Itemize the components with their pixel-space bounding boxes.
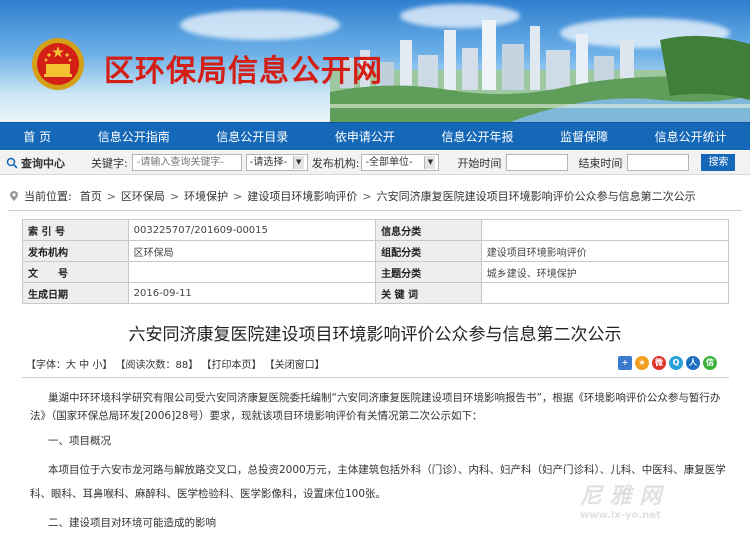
chevron-down-icon: ▼ xyxy=(424,156,436,169)
nav-item-annual-report[interactable]: 信息公开年报 xyxy=(418,123,537,150)
star-icon[interactable]: ★ xyxy=(635,356,649,370)
info-key: 关 键 词 xyxy=(375,282,482,304)
breadcrumb-link-env[interactable]: 环境保护 xyxy=(184,188,228,204)
org-select-value: -全部单位- xyxy=(365,157,413,168)
watermark-url: www.lx-yo.net xyxy=(580,510,661,521)
watermark-logo: 尼 雅 网 www.lx-yo.net xyxy=(580,478,740,534)
info-key: 索 引 号 xyxy=(22,219,129,241)
info-value: 003225707/201609-00015 xyxy=(127,219,377,241)
info-value xyxy=(480,282,730,304)
breadcrumb-prefix: 当前位置: xyxy=(24,190,72,203)
breadcrumb-separator: > xyxy=(362,189,372,203)
divider xyxy=(8,210,742,211)
info-key: 组配分类 xyxy=(375,240,482,262)
info-key: 发布机构 xyxy=(22,240,129,262)
info-key: 文 号 xyxy=(22,261,129,283)
info-value: 建设项目环境影响评价 xyxy=(480,240,730,262)
city-skyline-image xyxy=(330,20,750,122)
start-time-input[interactable] xyxy=(506,154,569,171)
search-button[interactable]: 搜索 xyxy=(701,154,736,171)
breadcrumb-separator: > xyxy=(169,189,180,203)
article-heading: 一、项目概况 xyxy=(48,435,111,447)
search-icon xyxy=(6,157,18,169)
article-heading: 二、建设项目对环境可能造成的影响 xyxy=(48,517,216,529)
breadcrumb: 当前位置: 首页 > 区环保局 > 环境保护 > 建设项目环境影响评价 > 六安… xyxy=(8,188,696,204)
article-paragraph: 本项目位于六安市龙河路与解放路交叉口，总投资2000万元，主体建筑包括外科（门诊… xyxy=(48,464,726,476)
article-tools: 【字体：大 中 小】 【阅读次数：88】 【打印本页】 【关闭窗口】 xyxy=(26,356,325,371)
nav-item-catalog[interactable]: 信息公开目录 xyxy=(193,123,312,150)
plus-share-icon[interactable]: + xyxy=(618,356,632,370)
article-paragraph: 法》（国家环保总局环发[2006]28号）要求，现就该项目环境影响评价有关情况第… xyxy=(30,410,483,422)
category-select-value: -请选择- xyxy=(249,157,287,168)
renren-icon[interactable]: 人 xyxy=(686,356,700,370)
breadcrumb-link-home[interactable]: 首页 xyxy=(80,188,102,204)
nav-item-supervision[interactable]: 监督保障 xyxy=(537,123,632,150)
nav-item-home[interactable]: 首 页 xyxy=(0,123,74,150)
article-paragraph: 巢湖中环环境科学研究有限公司受六安同济康复医院委托编制“六安同济康复医院建设项目… xyxy=(48,392,721,404)
breadcrumb-separator: > xyxy=(233,189,243,203)
end-time-label: 结束时间 xyxy=(578,156,623,170)
main-nav: 首 页 信息公开指南 信息公开目录 依申请公开 信息公开年报 监督保障 信息公开… xyxy=(0,122,750,150)
article-title: 六安同济康复医院建设项目环境影响评价公众参与信息第二次公示 xyxy=(128,325,622,345)
table-row: 文 号 主题分类 城乡建设、环境保护 xyxy=(22,261,730,283)
share-bar: + ★ 微 Q 人 信 xyxy=(618,356,717,370)
info-value xyxy=(480,219,730,241)
start-time-label: 开始时间 xyxy=(457,156,502,170)
info-table: 索 引 号 003225707/201609-00015 信息分类 发布机构 区… xyxy=(22,219,730,304)
breadcrumb-current: 六安同济康复医院建设项目环境影响评价公众参与信息第二次公示 xyxy=(376,190,696,203)
wechat-icon[interactable]: 信 xyxy=(703,356,717,370)
close-window-link[interactable]: 【关闭窗口】 xyxy=(265,360,325,371)
cloud-decoration xyxy=(180,10,340,40)
table-row: 发布机构 区环保局 组配分类 建设项目环境影响评价 xyxy=(22,240,730,262)
info-value: 2016-09-11 xyxy=(127,282,377,304)
breadcrumb-separator: > xyxy=(106,189,116,203)
table-row: 索 引 号 003225707/201609-00015 信息分类 xyxy=(22,219,730,241)
search-bar: 查询中心 关键字: -请选择- ▼ 发布机构: -全部单位- ▼ 开始时间 结束… xyxy=(0,151,750,175)
weibo-icon[interactable]: 微 xyxy=(652,356,666,370)
divider xyxy=(22,377,729,378)
font-size-control[interactable]: 【字体：大 中 小】 xyxy=(26,360,112,371)
org-select[interactable]: -全部单位- ▼ xyxy=(361,154,440,171)
tencent-icon[interactable]: Q xyxy=(669,356,683,370)
org-label: 发布机构: xyxy=(311,156,360,170)
nav-item-statistics[interactable]: 信息公开统计 xyxy=(631,123,750,150)
article-paragraph: 科、眼科、耳鼻喉科、麻醉科、医学检验科、医学影像科，设置床位100张。 xyxy=(30,488,387,500)
keyword-input[interactable] xyxy=(131,154,242,171)
category-select[interactable]: -请选择- ▼ xyxy=(245,154,308,171)
national-emblem-icon xyxy=(32,38,84,90)
chevron-down-icon: ▼ xyxy=(292,156,304,169)
location-pin-icon xyxy=(10,191,18,201)
watermark-text: 尼 雅 网 xyxy=(580,484,662,509)
print-link[interactable]: 【打印本页】 xyxy=(201,360,261,371)
breadcrumb-link-bureau[interactable]: 区环保局 xyxy=(121,188,165,204)
breadcrumb-link-eia[interactable]: 建设项目环境影响评价 xyxy=(247,188,357,204)
info-value xyxy=(127,261,377,283)
nav-item-guide[interactable]: 信息公开指南 xyxy=(74,123,193,150)
nav-item-apply[interactable]: 依申请公开 xyxy=(312,123,419,150)
search-center-text: 查询中心 xyxy=(21,156,65,170)
info-key: 信息分类 xyxy=(375,219,482,241)
end-time-input[interactable] xyxy=(627,154,690,171)
keyword-label: 关键字: xyxy=(91,156,128,170)
info-value: 城乡建设、环境保护 xyxy=(480,261,730,283)
site-banner: 区环保局信息公开网 xyxy=(0,0,750,122)
view-count: 【阅读次数：88】 xyxy=(115,360,199,371)
info-value: 区环保局 xyxy=(127,240,377,262)
info-key: 生成日期 xyxy=(22,282,129,304)
table-row: 生成日期 2016-09-11 关 键 词 xyxy=(22,282,730,304)
site-title: 区环保局信息公开网 xyxy=(104,54,383,89)
search-center-label: 查询中心 xyxy=(6,155,65,171)
info-key: 主题分类 xyxy=(375,261,482,283)
